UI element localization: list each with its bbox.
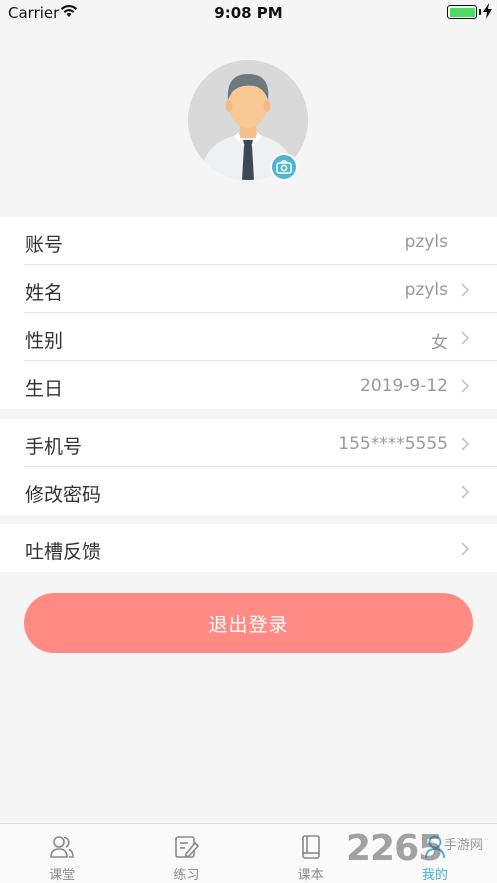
row-value: 155****5555 [338, 434, 448, 454]
row-value: pzyls [404, 232, 448, 252]
edit-icon [173, 834, 200, 864]
watermark-number: 2265 [346, 828, 443, 869]
tab-practice[interactable]: 练习 [124, 824, 248, 883]
row-value: pzyls [404, 280, 448, 300]
feedback-group: 吐槽反馈 [0, 524, 497, 572]
chevron-right-icon [461, 484, 470, 503]
watermark-site: 手游网 [444, 838, 484, 853]
chevron-right-icon [461, 541, 470, 560]
account-info-group: 账号 pzyls 姓名 pzyls 性别 女 生日 2019-9-12 [0, 217, 497, 409]
row-name[interactable]: 姓名 pzyls [24, 265, 497, 313]
row-value: 2019-9-12 [360, 376, 448, 396]
row-label: 账号 [25, 234, 64, 256]
chevron-right-icon [461, 436, 470, 455]
people-icon [49, 834, 75, 864]
row-value: 女 [431, 333, 448, 353]
battery-tip [479, 9, 481, 15]
avatar-area[interactable] [188, 60, 308, 182]
row-birthday[interactable]: 生日 2019-9-12 [24, 361, 497, 409]
tab-label: 练习 [173, 868, 200, 883]
watermark-logo: 2265 手游网 [346, 828, 496, 870]
book-icon [298, 834, 324, 864]
chevron-right-icon [461, 378, 470, 397]
logout-button[interactable]: 退出登录 [24, 593, 473, 653]
charging-icon [483, 3, 492, 23]
row-label: 吐槽反馈 [25, 541, 102, 563]
tab-classroom[interactable]: 课堂 [0, 824, 124, 883]
chevron-right-icon [461, 330, 470, 349]
security-group: 手机号 155****5555 修改密码 [0, 419, 497, 515]
chevron-right-icon [461, 282, 470, 301]
row-feedback[interactable]: 吐槽反馈 [24, 524, 497, 572]
row-label: 性别 [25, 330, 64, 352]
status-bar: Carrier 9:08 PM [0, 0, 497, 26]
row-change-password[interactable]: 修改密码 [24, 467, 497, 515]
row-label: 姓名 [25, 282, 64, 304]
row-gender[interactable]: 性别 女 [24, 313, 497, 361]
row-label: 生日 [25, 378, 64, 400]
row-account: 账号 pzyls [24, 217, 497, 265]
row-label: 修改密码 [25, 484, 102, 506]
tab-label: 课堂 [49, 868, 76, 883]
clock: 9:08 PM [214, 4, 283, 22]
row-phone[interactable]: 手机号 155****5555 [24, 419, 497, 467]
battery-icon [447, 5, 477, 19]
row-label: 手机号 [25, 436, 83, 458]
camera-icon[interactable] [270, 153, 298, 181]
